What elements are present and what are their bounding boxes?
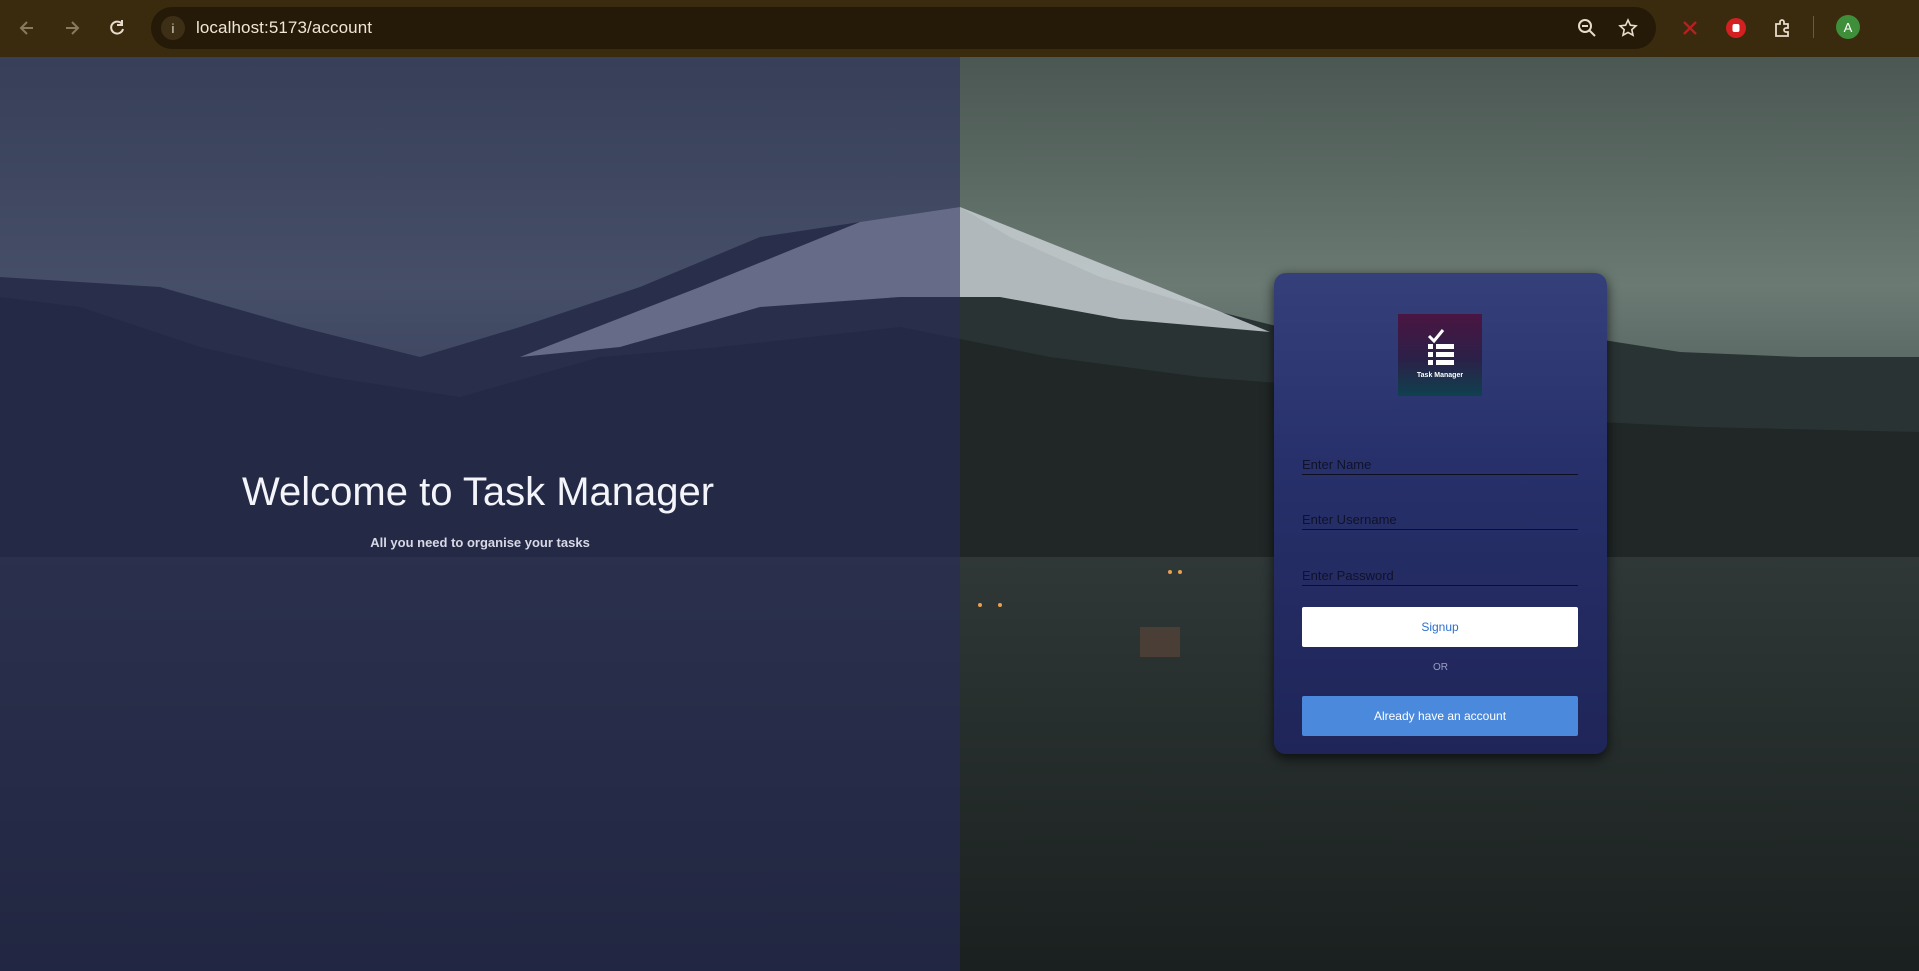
welcome-title: Welcome to Task Manager: [242, 470, 715, 514]
checklist-icon: [1427, 329, 1454, 365]
password-field: [1302, 554, 1578, 586]
star-icon[interactable]: [1617, 17, 1639, 39]
zoom-out-icon[interactable]: [1576, 17, 1598, 39]
logo-text: Task Manager: [1416, 372, 1464, 379]
address-bar[interactable]: i localhost:5173/account: [151, 7, 1656, 49]
welcome-subtitle: All you need to organise your tasks: [370, 535, 590, 550]
account-page: Welcome to Task Manager All you need to …: [0, 57, 1919, 971]
x-ext-icon[interactable]: [1676, 14, 1704, 42]
browser-toolbar: i localhost:5173/account A: [0, 0, 1919, 57]
app-logo: Task Manager: [1398, 314, 1482, 396]
name-input[interactable]: [1302, 443, 1578, 474]
info-icon[interactable]: i: [161, 16, 185, 40]
password-input[interactable]: [1302, 554, 1578, 585]
reload-icon[interactable]: [103, 14, 131, 42]
signup-button[interactable]: Signup: [1302, 607, 1578, 647]
or-divider: OR: [1433, 662, 1448, 673]
toolbar-divider: [1813, 16, 1814, 38]
signup-card: Task Manager Signup OR Already have an a…: [1274, 273, 1607, 754]
username-input[interactable]: [1302, 498, 1578, 529]
signup-button-label: Signup: [1421, 620, 1459, 634]
login-button-label: Already have an account: [1373, 709, 1507, 723]
url-text[interactable]: localhost:5173/account: [196, 18, 372, 38]
back-icon[interactable]: [13, 14, 41, 42]
username-field: [1302, 498, 1578, 530]
profile-avatar[interactable]: A: [1836, 15, 1860, 39]
name-field: [1302, 443, 1578, 475]
already-have-account-button[interactable]: Already have an account: [1302, 696, 1578, 736]
puzzle-icon[interactable]: [1768, 14, 1796, 42]
hand-stop-icon[interactable]: [1722, 14, 1750, 42]
forward-icon[interactable]: [58, 14, 86, 42]
